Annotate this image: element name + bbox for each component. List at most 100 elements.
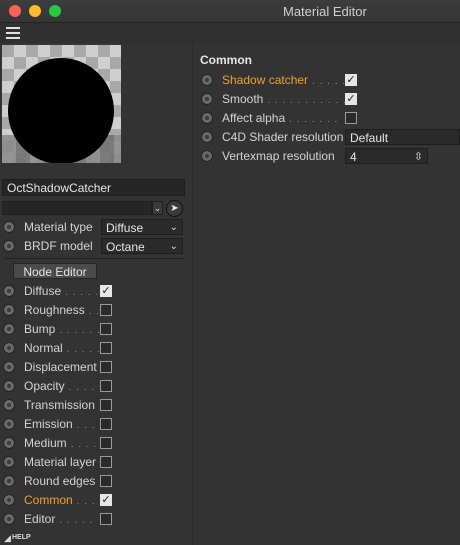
channel-checkbox-opacity[interactable] xyxy=(100,380,112,392)
brdf-model-radio[interactable] xyxy=(3,240,15,252)
material-type-select[interactable]: Diffuse ⌄ xyxy=(101,219,183,235)
param-name: Affect alpha xyxy=(222,111,286,125)
channel-label-diffuse[interactable]: Diffuse. . . . . xyxy=(24,284,99,298)
channel-radio-emission[interactable] xyxy=(3,418,15,430)
arrow-cursor-icon: ➤ xyxy=(170,203,179,214)
expand-arrow-icon[interactable]: ◢ xyxy=(4,533,11,544)
node-editor-button[interactable]: Node Editor xyxy=(13,263,97,279)
channel-radio-displacement[interactable] xyxy=(3,361,15,373)
channel-radio-opacity[interactable] xyxy=(3,380,15,392)
channel-label-round-edges[interactable]: Round edges xyxy=(24,474,99,488)
material-link-field[interactable] xyxy=(2,201,152,215)
link-dropdown-button[interactable]: ⌄ xyxy=(152,201,163,215)
channel-checkbox-editor[interactable] xyxy=(100,513,112,525)
param-radio-shadow-catcher[interactable] xyxy=(201,74,213,86)
leader-dots: . . . . . . xyxy=(59,325,101,336)
param-select-value: Default xyxy=(350,131,389,145)
param-radio-affect-alpha[interactable] xyxy=(201,112,213,124)
param-radio-smooth[interactable] xyxy=(201,93,213,105)
leader-dots: . . . . . xyxy=(312,76,347,87)
picker-button[interactable]: ➤ xyxy=(166,200,183,217)
channel-checkbox-normal[interactable] xyxy=(100,342,112,354)
checkmark-icon: ✓ xyxy=(101,285,111,297)
zoom-window-button[interactable] xyxy=(49,5,61,17)
brdf-model-select[interactable]: Octane ⌄ xyxy=(101,238,183,254)
leader-dots: . . . . . . . xyxy=(289,114,339,125)
channel-radio-editor[interactable] xyxy=(3,513,15,525)
channel-label-roughness[interactable]: Roughness. . xyxy=(24,303,100,317)
divider xyxy=(4,258,184,259)
close-window-button[interactable] xyxy=(9,5,21,17)
channel-radio-diffuse[interactable] xyxy=(3,285,15,297)
channel-label-normal[interactable]: Normal. . . . . xyxy=(24,341,101,355)
channel-radio-material-layer[interactable] xyxy=(3,456,15,468)
stepper-arrows-icon[interactable]: ⇳ xyxy=(414,149,423,165)
leader-dots: . . . . xyxy=(70,439,98,450)
channel-label-displacement[interactable]: Displacement xyxy=(24,360,101,374)
channel-radio-normal[interactable] xyxy=(3,342,15,354)
channel-checkbox-emission[interactable] xyxy=(100,418,112,430)
help-label[interactable]: HELP xyxy=(12,534,31,541)
menu-bar xyxy=(0,23,460,43)
channel-radio-roughness[interactable] xyxy=(3,304,15,316)
material-preview[interactable] xyxy=(2,45,121,163)
channel-radio-transmission[interactable] xyxy=(3,399,15,411)
material-name-field[interactable]: OctShadowCatcher xyxy=(2,179,185,196)
param-label-c4d-shader-resolution: C4D Shader resolution xyxy=(222,130,343,144)
channel-checkbox-displacement[interactable] xyxy=(100,361,112,373)
channel-name: Opacity xyxy=(24,379,65,393)
left-pane: OctShadowCatcher ⌄ ➤ Material type Diffu… xyxy=(0,43,193,545)
channel-checkbox-roughness[interactable] xyxy=(100,304,112,316)
channel-checkbox-transmission[interactable] xyxy=(100,399,112,411)
material-type-radio[interactable] xyxy=(3,221,15,233)
channel-checkbox-material-layer[interactable] xyxy=(100,456,112,468)
channel-radio-bump[interactable] xyxy=(3,323,15,335)
channel-checkbox-medium[interactable] xyxy=(100,437,112,449)
param-name: C4D Shader resolution xyxy=(222,130,344,144)
param-checkbox-shadow-catcher[interactable]: ✓ xyxy=(345,74,357,86)
channel-label-transmission[interactable]: Transmission xyxy=(24,398,99,412)
checkmark-icon: ✓ xyxy=(346,93,356,105)
channel-label-medium[interactable]: Medium. . . . xyxy=(24,436,97,450)
minimize-window-button[interactable] xyxy=(29,5,41,17)
channel-name: Displacement xyxy=(24,360,97,374)
leader-dots: . . . . . xyxy=(59,515,94,526)
channel-label-material-layer[interactable]: Material layer xyxy=(24,455,100,469)
leader-dots: . . . xyxy=(76,420,96,431)
channel-name: Emission xyxy=(24,417,73,431)
window-title: Material Editor xyxy=(283,4,367,19)
param-number-vertexmap-resolution[interactable]: 4 ⇳ xyxy=(345,148,428,164)
material-type-label: Material type xyxy=(24,220,93,234)
title-bar: Material Editor xyxy=(0,0,460,23)
brdf-model-label: BRDF model xyxy=(24,239,93,253)
checkmark-icon: ✓ xyxy=(346,74,356,86)
param-select-c4d-shader-resolution[interactable]: Default xyxy=(345,129,460,145)
checkmark-icon: ✓ xyxy=(101,494,111,506)
leader-dots: . . . . . . . . . . . xyxy=(267,95,347,106)
channel-name: Transmission xyxy=(24,398,95,412)
param-name: Shadow catcher xyxy=(222,73,309,87)
channel-name: Material layer xyxy=(24,455,97,469)
leader-dots: . . . . . xyxy=(65,287,100,298)
channel-checkbox-common[interactable]: ✓ xyxy=(100,494,112,506)
param-radio-c4d-shader-resolution[interactable] xyxy=(201,131,213,143)
section-title: Common xyxy=(200,53,252,67)
channel-label-emission[interactable]: Emission. . . xyxy=(24,417,96,431)
channel-label-opacity[interactable]: Opacity. . . . xyxy=(24,379,95,393)
channel-checkbox-round-edges[interactable] xyxy=(100,475,112,487)
channel-radio-common[interactable] xyxy=(3,494,15,506)
channel-radio-round-edges[interactable] xyxy=(3,475,15,487)
channel-label-bump[interactable]: Bump. . . . . . xyxy=(24,322,101,336)
channel-name: Editor xyxy=(24,512,56,526)
channel-checkbox-diffuse[interactable]: ✓ xyxy=(100,285,112,297)
param-radio-vertexmap-resolution[interactable] xyxy=(201,150,213,162)
channel-label-editor[interactable]: Editor. . . . . xyxy=(24,512,93,526)
param-checkbox-smooth[interactable]: ✓ xyxy=(345,93,357,105)
leader-dots: . . . . xyxy=(68,382,96,393)
hamburger-menu-icon[interactable] xyxy=(6,27,20,39)
brdf-model-value: Octane xyxy=(106,240,145,254)
channel-label-common[interactable]: Common. . . . xyxy=(24,493,103,507)
channel-checkbox-bump[interactable] xyxy=(100,323,112,335)
channel-radio-medium[interactable] xyxy=(3,437,15,449)
param-checkbox-affect-alpha[interactable] xyxy=(345,112,357,124)
